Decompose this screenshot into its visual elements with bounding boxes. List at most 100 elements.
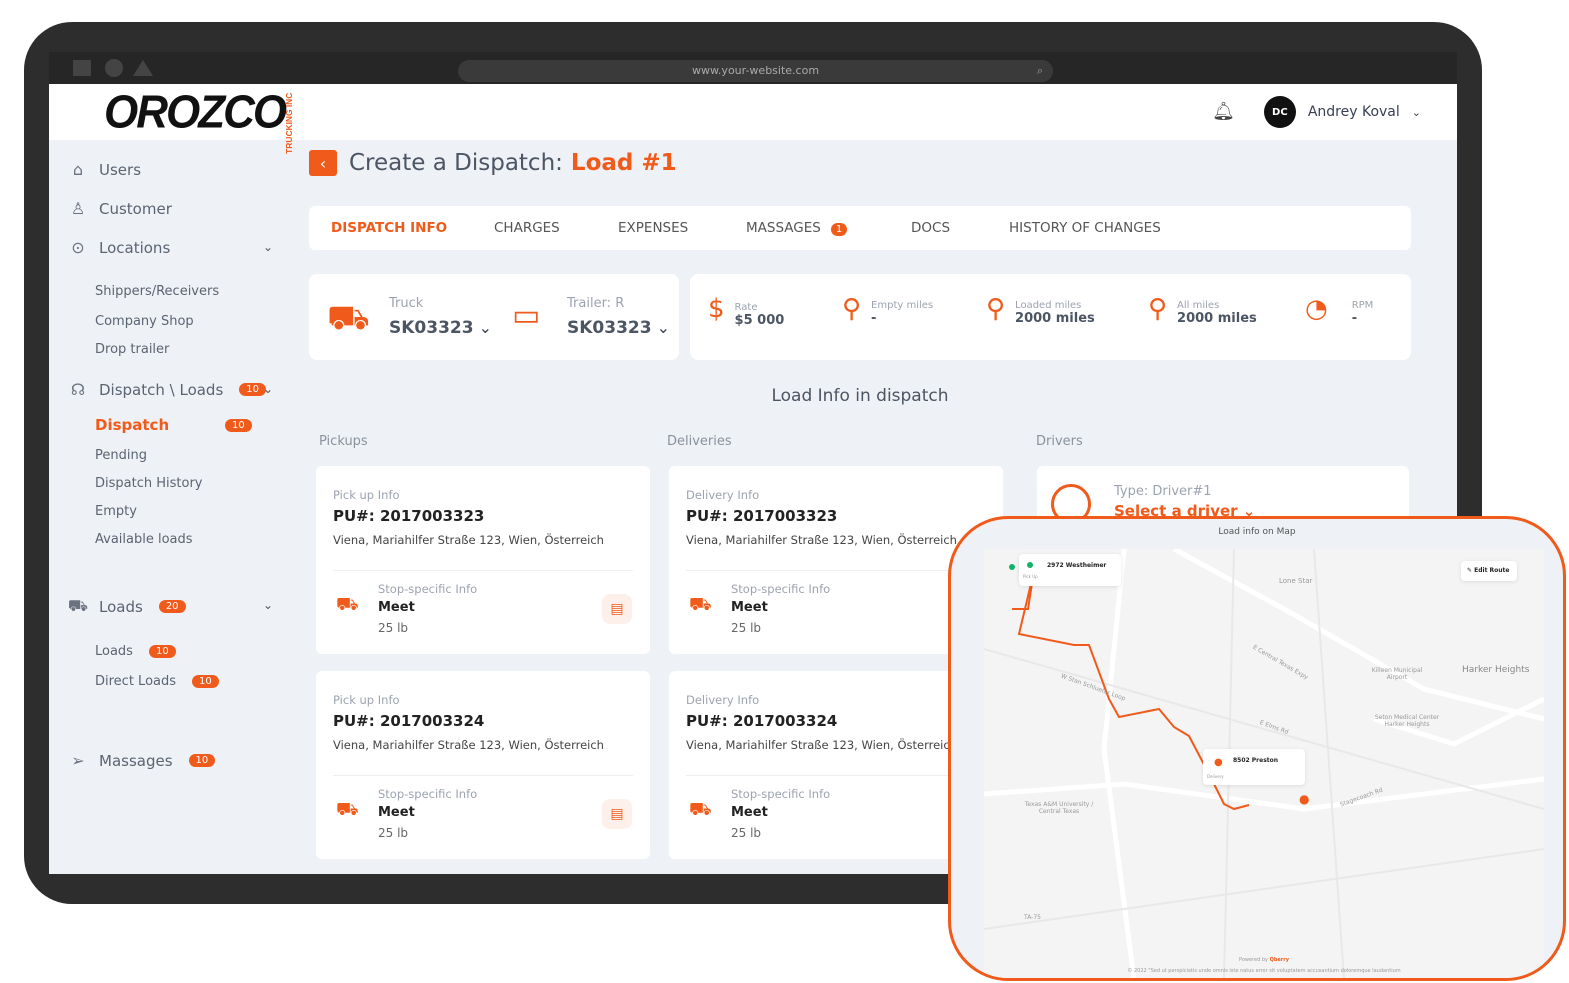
map-label: Harker Heights bbox=[1462, 665, 1530, 675]
sidebar-item-customer[interactable]: ♙ Customer bbox=[67, 199, 172, 218]
sidebar-item-drop-trailer[interactable]: Drop trailer bbox=[95, 342, 169, 357]
sidebar-item-available-loads[interactable]: Available loads bbox=[95, 532, 193, 547]
map-title: Load info on Map bbox=[1218, 527, 1296, 537]
sidebar-item-users[interactable]: ⌂ Users bbox=[67, 160, 141, 179]
sidebar-item-label: Dispatch \ Loads bbox=[99, 380, 224, 399]
person-icon: ♙ bbox=[70, 199, 86, 218]
tab-charges[interactable]: CHARGES bbox=[494, 220, 560, 236]
address: Viena, Mariahilfer Straße 123, Wien, Öst… bbox=[333, 738, 604, 752]
pickup-popup[interactable]: Pick Up 2972 Westheimer bbox=[1019, 554, 1121, 586]
road bbox=[1101, 548, 1137, 978]
trailer-icon: ▭ bbox=[512, 298, 541, 333]
sidebar-item-direct-loads[interactable]: Direct Loads 10 bbox=[95, 674, 219, 689]
user-menu[interactable]: DC Andrey Koval ⌄ bbox=[1263, 96, 1421, 128]
sidebar-item-dispatch-loads[interactable]: ☊ Dispatch \ Loads 10 bbox=[67, 380, 267, 399]
truck-label: Truck bbox=[389, 296, 424, 311]
tab-history[interactable]: HISTORY OF CHANGES bbox=[1009, 220, 1161, 236]
comment-icon[interactable]: ▤ bbox=[602, 594, 632, 624]
card-type: Pick up Info bbox=[333, 693, 400, 707]
tab-dispatch-info[interactable]: DISPATCH INFO bbox=[331, 220, 447, 236]
delivery-tag: Delivery bbox=[1207, 774, 1224, 779]
dispatcher-icon: ☊ bbox=[70, 380, 86, 399]
edit-icon: ✎ bbox=[1467, 567, 1473, 574]
search-icon[interactable]: ⌕ bbox=[1037, 60, 1043, 82]
send-icon: ➢ bbox=[71, 751, 85, 770]
stop-label: Stop-specific Info bbox=[731, 582, 831, 596]
tab-expenses[interactable]: EXPENSES bbox=[618, 220, 688, 236]
sidebar-item-company-shop[interactable]: Company Shop bbox=[95, 314, 194, 329]
sidebar-item-massages[interactable]: ➢ Massages 10 bbox=[67, 751, 216, 770]
count-badge: 10 bbox=[148, 645, 176, 658]
trailer-select[interactable]: SK03323 ⌄ bbox=[567, 318, 670, 338]
weight: 25 lb bbox=[731, 826, 762, 840]
avatar: DC bbox=[1263, 96, 1296, 128]
divider bbox=[686, 775, 986, 776]
pu-number: PU#: 2017003323 bbox=[686, 507, 838, 525]
card-type: Delivery Info bbox=[686, 488, 760, 502]
truck-select[interactable]: SK03323 ⌄ bbox=[389, 318, 492, 338]
map-footer: © 2022 "Sed ut perspiciatis unde omnis i… bbox=[1127, 968, 1401, 974]
stat-all-miles: ⚲ All miles 2000 miles bbox=[1148, 294, 1257, 326]
card-type: Delivery Info bbox=[686, 693, 760, 707]
pickup-tag: Pick Up bbox=[1023, 574, 1038, 579]
chevron-down-icon[interactable]: ⌄ bbox=[263, 382, 273, 396]
divider bbox=[333, 570, 633, 571]
trailer-label: Trailer: R bbox=[567, 296, 625, 311]
sidebar-item-pending[interactable]: Pending bbox=[95, 448, 147, 463]
sidebar-item-dispatch[interactable]: Dispatch 10 bbox=[95, 416, 252, 434]
url-bar[interactable]: www.your-website.com ⌕ bbox=[458, 60, 1053, 82]
truck-icon: ⛟ bbox=[327, 298, 370, 338]
commodity: Meet bbox=[378, 600, 415, 615]
delivery-popup[interactable]: ● Delivery 8502 Preston bbox=[1203, 749, 1305, 785]
sidebar-item-label: Massages bbox=[99, 751, 173, 770]
back-button[interactable]: ‹ bbox=[309, 150, 337, 176]
sidebar-item-loads-sub[interactable]: Loads 10 bbox=[95, 644, 176, 659]
commodity: Meet bbox=[731, 805, 768, 820]
app-header: OROZCOTRUCKING INC 🔔︎ DC Andrey Koval ⌄ bbox=[49, 84, 1457, 154]
stat-label: Empty miles bbox=[871, 300, 934, 311]
chevron-down-icon[interactable]: ⌄ bbox=[263, 240, 273, 254]
pu-number: PU#: 2017003323 bbox=[333, 507, 485, 525]
sidebar-item-locations[interactable]: ⊙ Locations bbox=[67, 238, 170, 257]
tab-massages[interactable]: MASSAGES 1 bbox=[746, 220, 848, 236]
pu-number: PU#: 2017003324 bbox=[686, 712, 838, 730]
stat-label: RPM bbox=[1351, 300, 1374, 311]
bell-icon[interactable]: 🔔︎ bbox=[1212, 101, 1235, 122]
map-canvas[interactable]: Pick Up 2972 Westheimer ● Delivery 8502 … bbox=[983, 546, 1546, 978]
tab-docs[interactable]: DOCS bbox=[911, 220, 950, 236]
stat-value: $5 000 bbox=[734, 313, 785, 328]
pickup-card[interactable]: Pick up Info PU#: 2017003324 Viena, Mariah… bbox=[316, 671, 650, 859]
map-label: Lone Star bbox=[1279, 577, 1313, 585]
edit-route-button[interactable]: ✎ Edit Route bbox=[1461, 561, 1517, 581]
logo[interactable]: OROZCOTRUCKING INC bbox=[104, 86, 294, 153]
weight: 25 lb bbox=[731, 621, 762, 635]
sidebar-item-empty[interactable]: Empty bbox=[95, 504, 137, 519]
weight: 25 lb bbox=[378, 621, 409, 635]
sidebar-item-dispatch-history[interactable]: Dispatch History bbox=[95, 476, 202, 491]
count-badge: 1 bbox=[830, 223, 848, 236]
stats-card: $ Rate $5 000 ⚲ Empty miles - ⚲ Loaded miles 2… bbox=[690, 274, 1411, 360]
speedometer-dollar-icon: ◔ bbox=[1305, 294, 1328, 324]
stat-label: Rate bbox=[734, 302, 758, 313]
stop-label: Stop-specific Info bbox=[378, 582, 478, 596]
route-pins-icon: ⚲ bbox=[986, 294, 1006, 324]
address: Viena, Mariahilfer Straße 123, Wien, Öst… bbox=[686, 738, 957, 752]
sidebar-item-label: Locations bbox=[99, 238, 171, 257]
equipment-card: ⛟ Truck SK03323 ⌄ ▭ Trailer: R SK03323 ⌄ bbox=[309, 274, 679, 360]
chevron-down-icon[interactable]: ⌄ bbox=[263, 598, 273, 612]
edit-route-label: Edit Route bbox=[1474, 567, 1510, 574]
pickup-card[interactable]: Pick up Info PU#: 2017003323 Viena, Mariah… bbox=[316, 466, 650, 654]
stat-value: 2000 miles bbox=[1015, 311, 1095, 326]
sidebar-item-shippers[interactable]: Shippers/Receivers bbox=[95, 284, 219, 299]
powered-brand[interactable]: Qberry bbox=[1270, 957, 1289, 963]
comment-icon[interactable]: ▤ bbox=[602, 799, 632, 829]
url-text: www.your-website.com bbox=[691, 64, 820, 77]
divider bbox=[333, 775, 633, 776]
page-title: ‹ Create a Dispatch: Load #1 bbox=[309, 150, 677, 176]
sidebar-item-label: Dispatch bbox=[95, 416, 170, 434]
map-panel: Load info on Map Pick Up 2972 Westheimer… bbox=[948, 516, 1566, 981]
delivery-marker-icon: ● bbox=[1299, 792, 1310, 806]
sidebar-item-loads[interactable]: ⛟ Loads 20 bbox=[67, 596, 186, 617]
deliveries-heading: Deliveries bbox=[667, 434, 732, 449]
address: Viena, Mariahilfer Straße 123, Wien, Öst… bbox=[333, 533, 604, 547]
